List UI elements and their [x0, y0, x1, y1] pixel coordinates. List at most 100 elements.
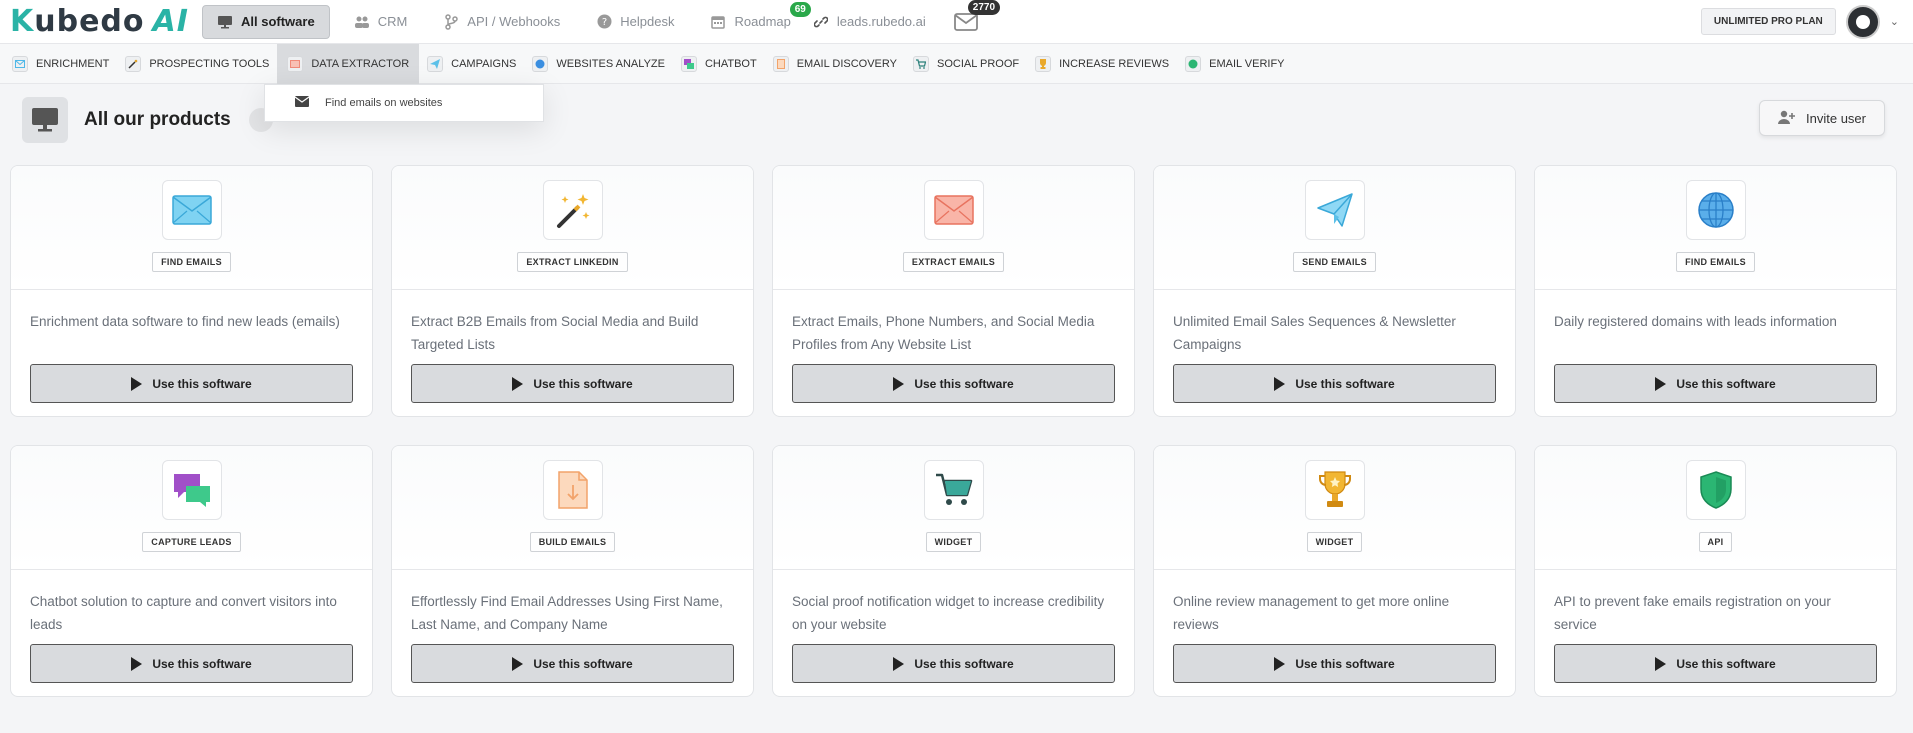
- category-label: DATA EXTRACTOR: [311, 57, 410, 70]
- category-email-discovery[interactable]: EMAIL DISCOVERY: [765, 44, 905, 84]
- paper-plane-icon: [1304, 180, 1365, 240]
- card-header: API: [1535, 446, 1896, 570]
- avatar-head: [1855, 14, 1870, 29]
- nav-inbox[interactable]: 2770: [944, 0, 1001, 44]
- category-chatbot[interactable]: CHATBOT: [673, 44, 765, 84]
- chat-bubbles-icon: [161, 460, 222, 520]
- nav-label: CRM: [377, 14, 408, 29]
- nav-label: All software: [241, 14, 315, 29]
- play-icon: [1655, 376, 1667, 391]
- globe-icon: [1685, 180, 1746, 240]
- people-icon: [354, 14, 370, 30]
- product-card: CAPTURE LEADS Chatbot solution to captur…: [10, 445, 373, 697]
- roadmap-badge: 69: [789, 1, 811, 17]
- chevron-down-icon[interactable]: ⌄: [1890, 15, 1899, 28]
- play-icon: [893, 376, 905, 391]
- category-prospecting-tools[interactable]: PROSPECTING TOOLS: [117, 44, 277, 84]
- card-header: WIDGET: [773, 446, 1134, 570]
- envelope-blue-icon: [161, 180, 222, 240]
- nav-crm[interactable]: CRM: [336, 0, 426, 44]
- use-software-label: Use this software: [533, 656, 633, 671]
- branch-icon: [443, 13, 459, 30]
- chat-icon: [680, 55, 697, 72]
- category-label: SOCIAL PROOF: [936, 57, 1020, 70]
- data-extractor-dropdown[interactable]: Find emails on websites: [264, 84, 544, 122]
- category-increase-reviews[interactable]: INCREASE REVIEWS: [1027, 44, 1177, 84]
- use-software-button[interactable]: Use this software: [1554, 364, 1877, 403]
- trophy-icon: [1035, 55, 1052, 72]
- page-title: All our products: [84, 109, 231, 130]
- use-software-button[interactable]: Use this software: [792, 364, 1115, 403]
- nav-roadmap[interactable]: Roadmap 69: [692, 0, 811, 44]
- card-tag: WIDGET: [925, 532, 982, 552]
- use-software-label: Use this software: [152, 656, 252, 671]
- use-software-button[interactable]: Use this software: [411, 644, 734, 683]
- use-software-button[interactable]: Use this software: [1173, 364, 1496, 403]
- category-email-verify[interactable]: EMAIL VERIFY: [1177, 44, 1292, 84]
- card-description: Daily registered domains with leads info…: [1554, 314, 1837, 329]
- file-download-icon: [542, 460, 603, 520]
- category-data-extractor[interactable]: DATA EXTRACTOR: [277, 43, 420, 84]
- play-icon: [131, 656, 143, 671]
- card-body: Daily registered domains with leads info…: [1535, 290, 1896, 416]
- nav-helpdesk[interactable]: ? Helpdesk: [578, 0, 692, 44]
- category-label: ENRICHMENT: [36, 57, 110, 70]
- card-body: API to prevent fake emails registration …: [1535, 570, 1896, 696]
- card-tag: WIDGET: [1306, 532, 1363, 552]
- card-tag: EXTRACT LINKEDIN: [517, 252, 628, 272]
- card-description: Chatbot solution to capture and convert …: [30, 594, 337, 632]
- card-tag: BUILD EMAILS: [529, 532, 616, 552]
- use-software-button[interactable]: Use this software: [30, 364, 353, 403]
- wand-icon: [125, 55, 142, 72]
- category-label: INCREASE REVIEWS: [1059, 57, 1170, 70]
- plan-badge[interactable]: UNLIMITED PRO PLAN: [1700, 8, 1836, 35]
- category-label: EMAIL VERIFY: [1209, 57, 1285, 70]
- file-icon: [772, 55, 789, 72]
- use-software-label: Use this software: [914, 376, 1014, 391]
- envelope-icon: [294, 96, 310, 110]
- card-body: Chatbot solution to capture and convert …: [11, 570, 372, 696]
- use-software-label: Use this software: [533, 376, 633, 391]
- use-software-button[interactable]: Use this software: [1554, 644, 1877, 683]
- product-card: BUILD EMAILS Effortlessly Find Email Add…: [391, 445, 754, 697]
- card-body: Online review management to get more onl…: [1154, 570, 1515, 696]
- category-social-proof[interactable]: SOCIAL PROOF: [905, 44, 1027, 84]
- card-header: WIDGET: [1154, 446, 1515, 570]
- shield-icon: [1185, 55, 1202, 72]
- cart-icon: [912, 55, 929, 72]
- use-software-label: Use this software: [1295, 376, 1395, 391]
- product-card: EXTRACT LINKEDIN Extract B2B Emails from…: [391, 165, 754, 417]
- invite-user-button[interactable]: Invite user: [1759, 100, 1885, 136]
- category-campaigns[interactable]: CAMPAIGNS: [419, 44, 524, 84]
- nav-all-software[interactable]: All software: [202, 4, 330, 39]
- category-enrichment[interactable]: ENRICHMENT: [4, 44, 117, 84]
- use-software-button[interactable]: Use this software: [792, 644, 1115, 683]
- avatar[interactable]: [1845, 4, 1880, 39]
- inbox-badge: 2770: [967, 0, 1001, 15]
- nav-label: Helpdesk: [620, 14, 675, 29]
- play-icon: [1655, 656, 1667, 671]
- nav-leads-link[interactable]: leads.rubedo.ai: [809, 0, 944, 44]
- rubedo-logo[interactable]: Kubedo AI: [0, 4, 190, 39]
- use-software-button[interactable]: Use this software: [30, 644, 353, 683]
- category-nav: ENRICHMENT PROSPECTING TOOLS DATA EXTRAC…: [0, 43, 1913, 84]
- card-header: BUILD EMAILS: [392, 446, 753, 570]
- add-user-icon: [1778, 110, 1796, 127]
- category-websites-analyze[interactable]: WEBSITES ANALYZE: [524, 44, 673, 84]
- use-software-button[interactable]: Use this software: [1173, 644, 1496, 683]
- product-card: FIND EMAILS Enrichment data software to …: [10, 165, 373, 417]
- use-software-label: Use this software: [1676, 656, 1776, 671]
- nav-api-webhooks[interactable]: API / Webhooks: [425, 0, 578, 44]
- logo-text: ubedo: [34, 4, 145, 39]
- dropdown-item-find-emails[interactable]: Find emails on websites: [325, 97, 442, 109]
- cart-icon: [923, 460, 984, 520]
- play-icon: [131, 376, 143, 391]
- card-tag: FIND EMAILS: [152, 252, 231, 272]
- play-icon: [1274, 656, 1286, 671]
- use-software-label: Use this software: [914, 656, 1014, 671]
- category-label: PROSPECTING TOOLS: [149, 57, 270, 70]
- card-description: Extract Emails, Phone Numbers, and Socia…: [792, 314, 1095, 352]
- mail-icon: [953, 12, 978, 32]
- invite-user-label: Invite user: [1806, 110, 1866, 126]
- use-software-button[interactable]: Use this software: [411, 364, 734, 403]
